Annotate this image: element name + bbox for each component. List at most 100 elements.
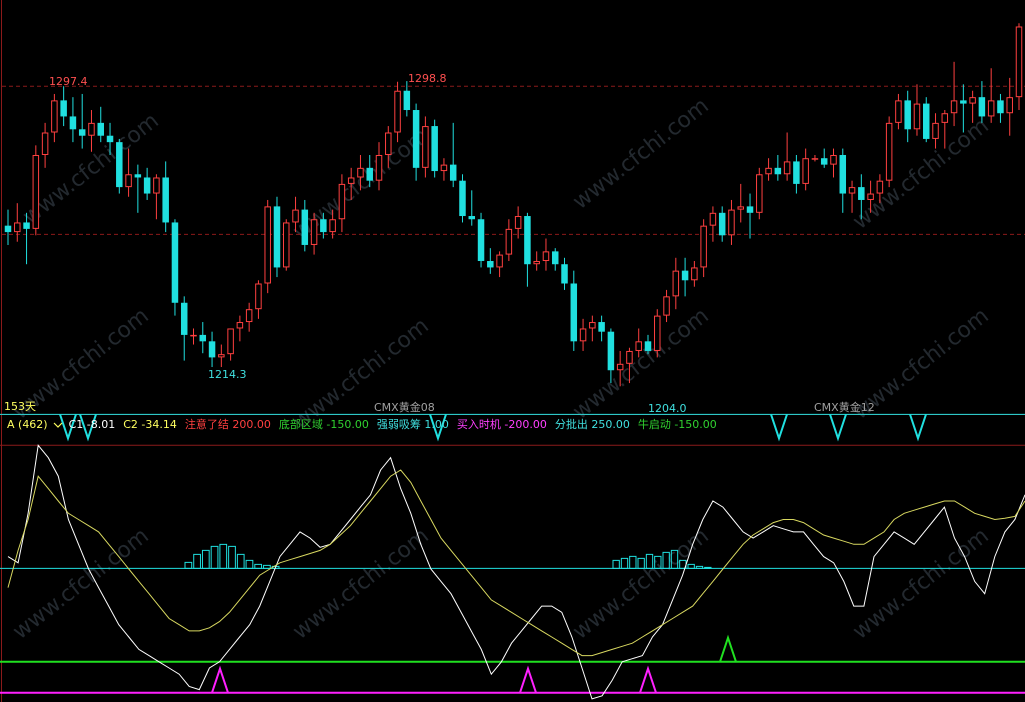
candle-body — [106, 135, 114, 143]
candle-body — [616, 363, 624, 371]
candle-body — [412, 110, 420, 168]
candle-body — [162, 177, 169, 223]
candle-body — [255, 283, 262, 310]
candle-body — [635, 341, 642, 351]
candle-body — [477, 219, 485, 262]
candle-body — [329, 219, 336, 233]
candle-body — [97, 122, 104, 136]
candle-body — [1006, 97, 1013, 114]
candle-body — [774, 167, 782, 175]
candle-body — [116, 142, 123, 188]
candle-body — [199, 334, 207, 342]
candle-body — [561, 264, 568, 284]
candle-body — [283, 222, 290, 268]
accumulation-bar — [201, 549, 210, 569]
period-label: 153天 — [4, 400, 36, 413]
candle-body — [385, 132, 392, 155]
candle-body — [4, 225, 12, 233]
accumulation-bar — [228, 545, 236, 569]
candle-body — [969, 97, 976, 104]
watermark: www.cfchi.com — [288, 123, 433, 244]
sell-signal-marker — [770, 414, 788, 442]
low-label-1: 1214.3 — [208, 368, 247, 381]
accumulation-bar — [254, 563, 263, 569]
candle-body — [394, 90, 401, 133]
indicator-value: 底部区域 -150.00 — [279, 417, 369, 431]
indicator-value: 买入时机 -200.00 — [457, 417, 547, 431]
candle-body — [88, 122, 95, 136]
candle-body — [923, 103, 930, 139]
indicator-header: A (462) C1 -8.01 C2 -34.14 注意了结 200.00 底部区域 … — [7, 417, 717, 431]
candle-body — [737, 206, 744, 210]
candle-body — [607, 331, 615, 371]
candle-body — [820, 158, 828, 165]
chevron-down-icon[interactable] — [53, 422, 63, 428]
candle-body — [69, 116, 77, 130]
watermark: www.cfchi.com — [288, 523, 433, 644]
candle-body — [292, 209, 299, 223]
candle-body — [440, 164, 448, 172]
candle-body — [709, 212, 717, 226]
candle-body — [728, 209, 735, 236]
indicator-name: A (462) — [7, 418, 48, 431]
indicator-value: 牛启动 -150.00 — [638, 417, 717, 431]
candle-body — [357, 167, 364, 178]
candle-body — [978, 97, 986, 117]
low-label-2: 1204.0 — [648, 402, 687, 415]
candle-body — [997, 100, 1004, 114]
candle-body — [756, 174, 763, 213]
candle-body — [867, 193, 874, 200]
sell-signal-marker — [829, 414, 847, 442]
candle-body — [375, 154, 383, 181]
candle-body — [839, 154, 847, 194]
candle-body — [589, 322, 596, 329]
candle-body — [431, 126, 438, 172]
candle-body — [876, 180, 884, 194]
candle-body — [14, 222, 21, 233]
futures-chart[interactable]: www.cfchi.com www.cfchi.com www.cfchi.co… — [0, 0, 1025, 702]
sell-signal-marker — [909, 414, 927, 442]
candle-body — [941, 113, 949, 123]
candle-body — [672, 270, 680, 297]
candle-body — [691, 267, 698, 281]
indicator-value: 强弱吸筹 1.00 — [377, 417, 449, 431]
candle-body — [793, 161, 800, 184]
candle-body — [264, 206, 271, 284]
accumulation-bar — [629, 555, 637, 569]
candle-body — [783, 161, 791, 175]
candle-body — [858, 187, 865, 200]
accumulation-bar — [695, 565, 704, 569]
candle-body — [542, 251, 550, 262]
candle-body — [681, 270, 689, 281]
indicator-value: C2 -34.14 — [123, 418, 177, 431]
candle-body — [366, 167, 373, 181]
candle-body — [338, 183, 346, 220]
bull-start-marker — [719, 634, 737, 663]
candle-body — [227, 328, 234, 355]
candle-body — [802, 158, 809, 184]
candle-body — [811, 158, 819, 160]
candle-body — [60, 100, 67, 117]
candle-body — [848, 187, 856, 194]
contract-label-1: CMX黄金08 — [374, 400, 435, 414]
buy-signal-marker — [211, 665, 229, 694]
indicator-value: 注意了结 200.00 — [185, 417, 271, 431]
candle-body — [960, 100, 967, 104]
watermark: www.cfchi.com — [848, 113, 993, 234]
candle-body — [746, 206, 754, 213]
candle-body — [403, 90, 411, 111]
accumulation-bar — [620, 557, 629, 569]
accumulation-bar — [704, 566, 712, 569]
candle-body — [171, 222, 179, 303]
candle-body — [598, 322, 605, 332]
candle-body — [505, 228, 513, 255]
watermark: www.cfchi.com — [568, 303, 713, 424]
candle-body — [487, 261, 494, 268]
candle-body — [51, 100, 58, 133]
candle-body — [301, 209, 309, 245]
candle-body — [310, 219, 318, 245]
watermark: www.cfchi.com — [568, 523, 713, 644]
candle-body — [570, 283, 578, 342]
candle-body — [913, 103, 921, 130]
contract-label-2: CMX黄金12 — [814, 400, 875, 414]
